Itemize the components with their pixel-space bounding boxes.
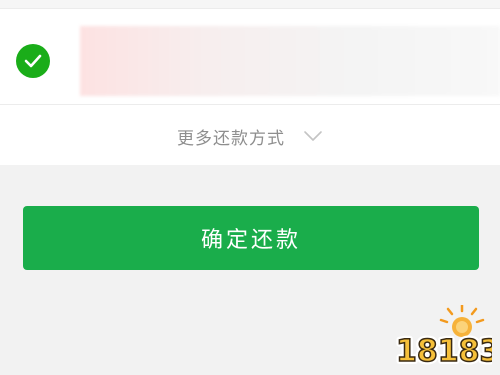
more-methods-label: 更多还款方式 <box>177 128 285 149</box>
site-watermark-logo: 18183 18183 <box>392 303 500 372</box>
confirm-repayment-button[interactable]: 确定还款 <box>23 206 479 270</box>
chevron-down-icon <box>303 130 323 142</box>
payment-method-row[interactable] <box>0 18 500 105</box>
checkmark-icon <box>16 44 50 78</box>
top-divider <box>0 0 500 9</box>
more-repayment-methods-toggle[interactable]: 更多还款方式 <box>0 118 500 154</box>
payment-method-info-blurred <box>80 26 500 96</box>
svg-text:18183: 18183 <box>396 334 492 367</box>
payment-sheet: 更多还款方式 <box>0 0 500 165</box>
